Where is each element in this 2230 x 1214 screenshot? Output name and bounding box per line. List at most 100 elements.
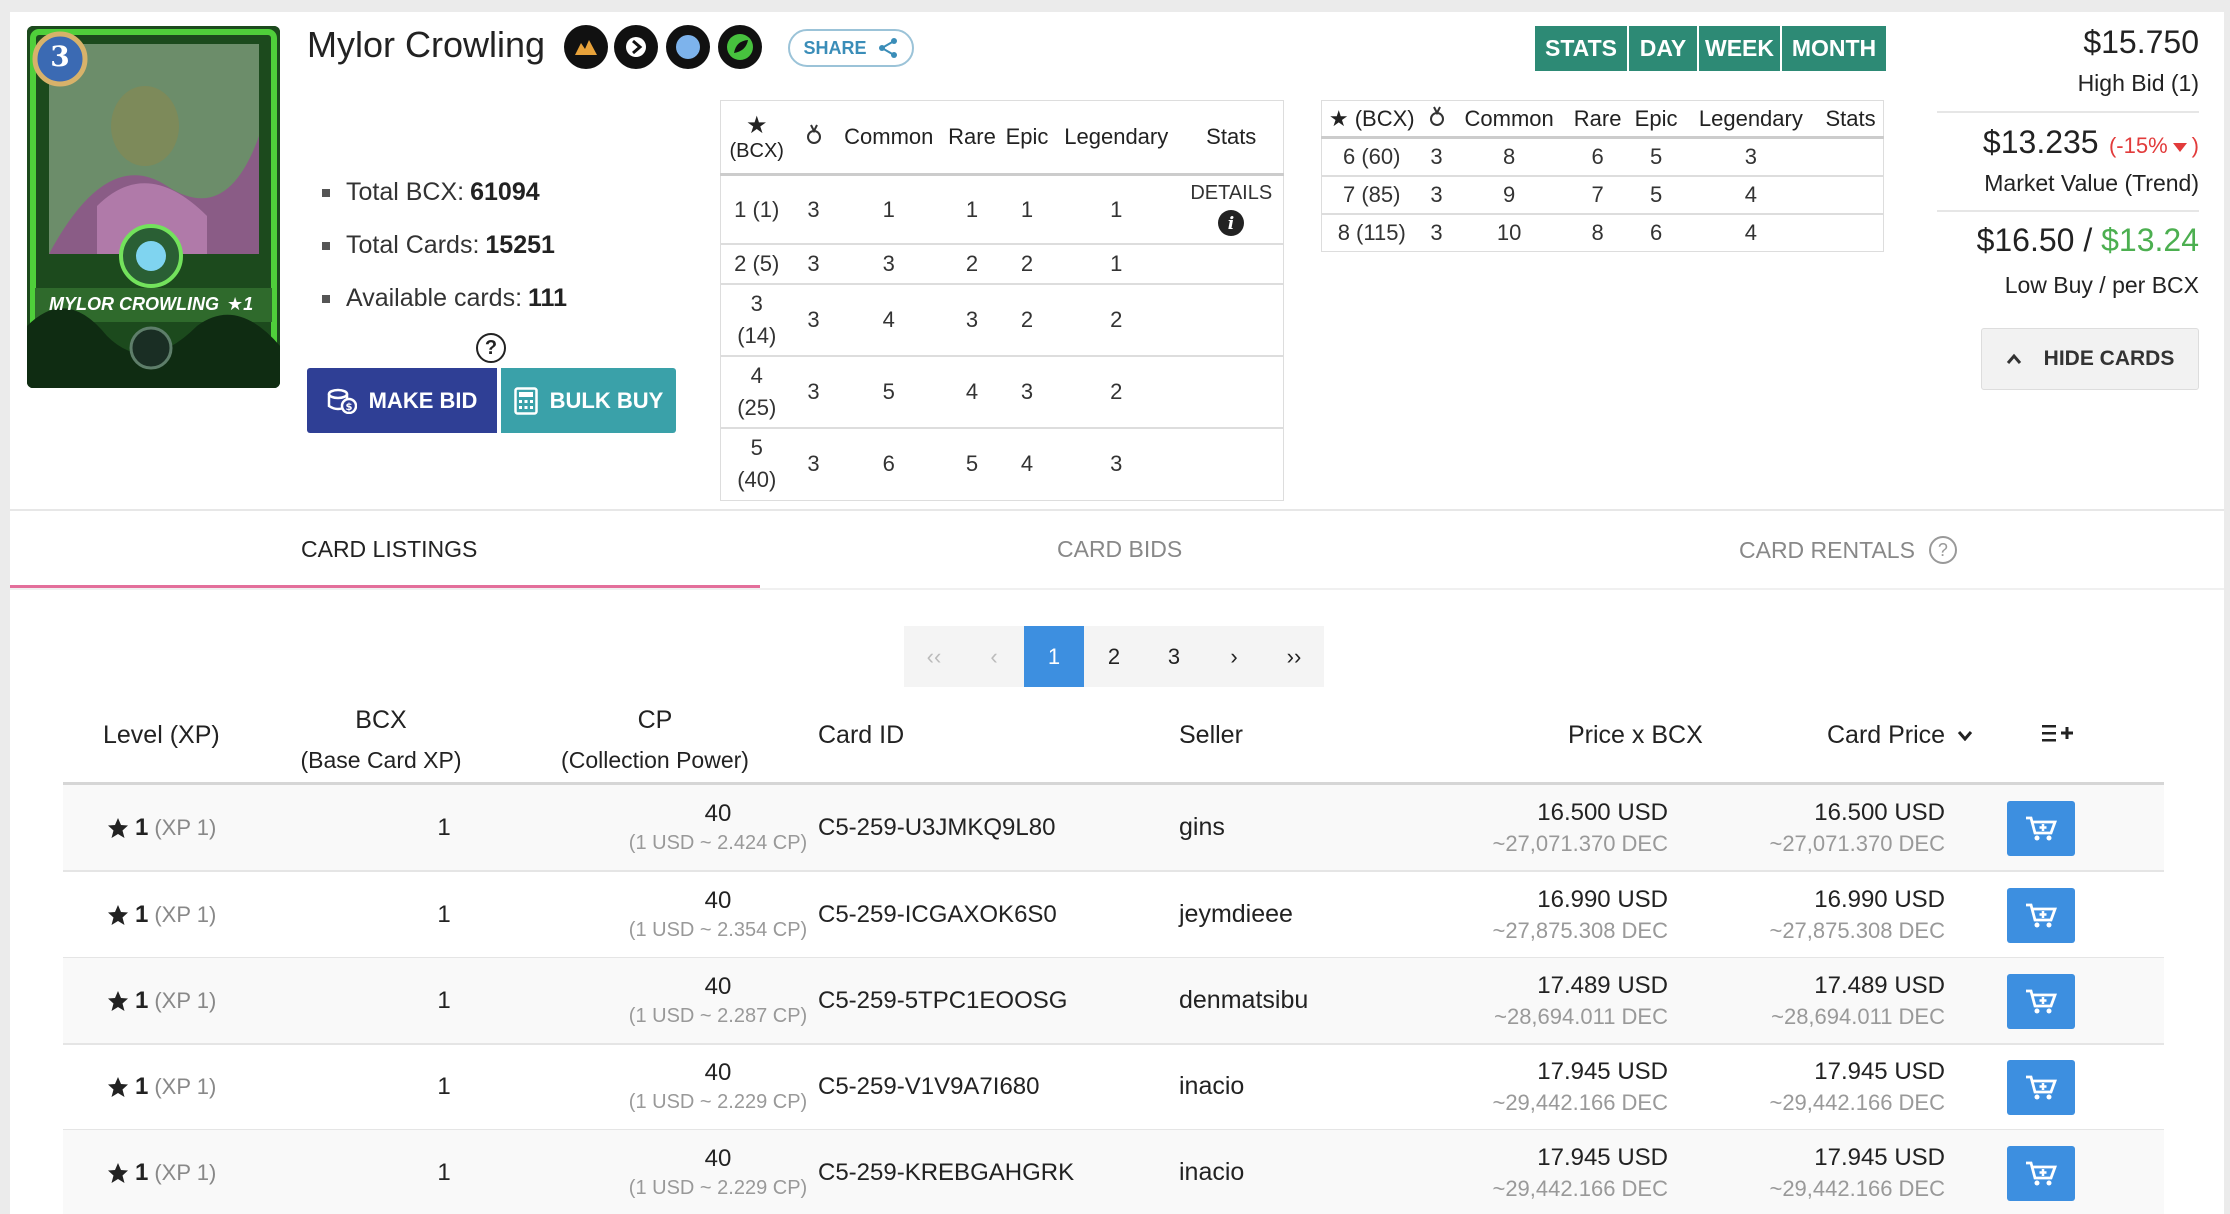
cart-plus-icon: [2026, 1075, 2057, 1099]
pager-next[interactable]: ›: [1204, 626, 1264, 687]
card-id-cell[interactable]: C5-259-5TPC1EOOSG: [818, 958, 1067, 1043]
cart-plus-icon: [2026, 989, 2057, 1013]
pagination: ‹‹ ‹ 1 2 3 › ››: [904, 626, 1324, 687]
col-bcx[interactable]: BCX (Base Card XP): [296, 700, 466, 780]
edition-arrow-icon: [614, 25, 658, 69]
market-value-line: $13.235 (-15%): [1982, 124, 2199, 160]
svg-text:i: i: [1228, 214, 1234, 234]
card-title: Mylor Crowling: [307, 24, 546, 65]
card-summary-list: Total BCX: 61094 Total Cards: 15251 Availa…: [322, 166, 567, 325]
card-id-cell[interactable]: C5-259-V1V9A7I680: [818, 1044, 1039, 1129]
share-button[interactable]: SHARE: [788, 29, 914, 67]
svg-text:$: $: [345, 402, 352, 413]
col-card-id[interactable]: Card ID: [818, 715, 904, 755]
card-art-stars: ★1: [227, 294, 254, 314]
cart-plus-icon: [2026, 816, 2057, 840]
info-icon[interactable]: i: [1217, 209, 1245, 237]
table-row: 1 (XP 1) 1 40 (1 USD ~ 2.424 CP) C5-259-U3JMK…: [63, 785, 2164, 872]
pager-prev[interactable]: ‹: [964, 626, 1024, 687]
column-settings-icon[interactable]: [2042, 715, 2074, 755]
pager-page-3[interactable]: 3: [1144, 626, 1204, 687]
coins-icon: $: [327, 388, 357, 414]
splinter-fire-icon: [564, 25, 608, 69]
card-id-cell[interactable]: C5-259-ICGAXOK6S0: [818, 872, 1057, 957]
level-cell: 1 (XP 1): [107, 785, 216, 870]
col-cp[interactable]: CP (Collection Power): [548, 700, 762, 780]
tab-month[interactable]: MONTH: [1782, 26, 1886, 71]
price-x-bcx-cell: 17.489 USD ~28,694.011 DEC: [1494, 971, 1668, 1029]
level-row: 6 (60) 3 8 6 5 3: [1321, 138, 1884, 176]
trend-percent: (-15%: [2108, 133, 2168, 158]
add-to-cart-button[interactable]: [2007, 888, 2075, 943]
add-to-cart-button[interactable]: [2007, 1060, 2075, 1115]
pager-page-2[interactable]: 2: [1084, 626, 1144, 687]
level-cell: 1 (XP 1): [107, 1044, 216, 1129]
divider: [10, 588, 2224, 590]
card-price-cell: 17.945 USD ~29,442.166 DEC: [1769, 1057, 1945, 1115]
low-buy-value: $16.50: [1976, 222, 2075, 258]
seller-cell[interactable]: inacio: [1179, 1130, 1244, 1214]
level-cell: 1 (XP 1): [107, 872, 216, 957]
level-row: 5 (40) 3 6 5 4 3: [737, 435, 1123, 493]
col-epic: Epic: [1001, 100, 1054, 176]
tab-week[interactable]: WEEK: [1699, 26, 1780, 71]
price-x-bcx-cell: 16.500 USD ~27,071.370 DEC: [1492, 798, 1668, 856]
details-link[interactable]: DETAILS i: [1180, 175, 1284, 245]
seller-cell[interactable]: jeymdieee: [1179, 872, 1293, 957]
level-cell: 1 (XP 1): [107, 958, 216, 1043]
col-price-x-bcx[interactable]: Price x BCX: [1568, 715, 1703, 755]
active-tab-indicator: [10, 585, 760, 588]
col-rare: Rare: [943, 100, 1001, 176]
bcx-cell: 1: [437, 813, 451, 841]
seller-cell[interactable]: gins: [1179, 785, 1225, 870]
level-row: 4 (25) 3 5 4 3 2: [720, 356, 1284, 428]
hide-cards-button[interactable]: HIDE CARDS: [1981, 328, 2199, 390]
price-x-bcx-cell: 17.945 USD ~29,442.166 DEC: [1492, 1143, 1668, 1201]
card-level-badge: 3: [50, 40, 70, 73]
star-icon: [108, 1162, 128, 1183]
col-stats: Stats: [1179, 100, 1284, 176]
market-value: $13.235: [1982, 124, 2099, 160]
high-bid-label: High Bid (1): [2077, 70, 2199, 96]
bulk-buy-button[interactable]: BULK BUY: [501, 368, 676, 433]
add-to-cart-button[interactable]: [2007, 801, 2075, 856]
summary-available-cards: Available cards: 111: [322, 272, 567, 325]
bcx-cell: 1: [437, 1158, 451, 1186]
card-art-name: MYLOR CROWLING: [49, 294, 219, 314]
card-price-cell: 17.945 USD ~29,442.166 DEC: [1769, 1143, 1945, 1201]
add-to-cart-button[interactable]: [2007, 1146, 2075, 1201]
level-table-2: ★ (BCX) Common Rare Epic Legendary Stats…: [1321, 100, 1884, 252]
level-table-1: ★ (BCX) Common Rare Epic Legendary Stats …: [720, 100, 1284, 501]
card-id-cell[interactable]: C5-259-KREBGAHGRK: [818, 1130, 1074, 1214]
level-row: 3 (14) 3 4 3 2 2: [720, 284, 1284, 356]
col-level-bcx: ★ (BCX): [720, 100, 793, 176]
tab-stats[interactable]: STATS: [1535, 26, 1627, 71]
star-icon: [108, 817, 128, 838]
help-icon[interactable]: ?: [476, 333, 506, 363]
add-to-cart-button[interactable]: [2007, 974, 2075, 1029]
col-card-price[interactable]: Card Price: [1827, 715, 1973, 755]
make-bid-button[interactable]: $ MAKE BID: [307, 368, 497, 433]
tab-card-bids[interactable]: CARD BIDS: [1057, 536, 1182, 563]
seller-cell[interactable]: denmatsibu: [1179, 958, 1308, 1043]
tab-card-listings[interactable]: CARD LISTINGS: [301, 536, 477, 563]
pager-first[interactable]: ‹‹: [904, 626, 964, 687]
table-row: 1 (XP 1) 1 40 (1 USD ~ 2.287 CP) C5-259-5TPC1…: [63, 958, 2164, 1045]
seller-cell[interactable]: inacio: [1179, 1044, 1244, 1129]
level-cell: 1 (XP 1): [107, 1130, 216, 1214]
star-icon: [108, 1076, 128, 1097]
tab-card-rentals[interactable]: CARD RENTALS ?: [1739, 536, 1957, 564]
col-seller[interactable]: Seller: [1179, 715, 1243, 755]
tab-day[interactable]: DAY: [1629, 26, 1697, 71]
share-label: SHARE: [803, 37, 867, 58]
pager-last[interactable]: ››: [1264, 626, 1324, 687]
col-rare: Rare: [1566, 100, 1629, 139]
chevron-up-icon: [2006, 353, 2021, 364]
col-level-xp[interactable]: Level (XP): [103, 715, 220, 755]
col-epic: Epic: [1628, 100, 1684, 139]
help-icon[interactable]: ?: [1928, 536, 1957, 564]
pager-page-1[interactable]: 1: [1024, 626, 1084, 687]
summary-total-cards: Total Cards: 15251: [322, 219, 567, 272]
card-id-cell[interactable]: C5-259-U3JMKQ9L80: [818, 785, 1055, 870]
bcx-cell: 1: [437, 986, 451, 1014]
